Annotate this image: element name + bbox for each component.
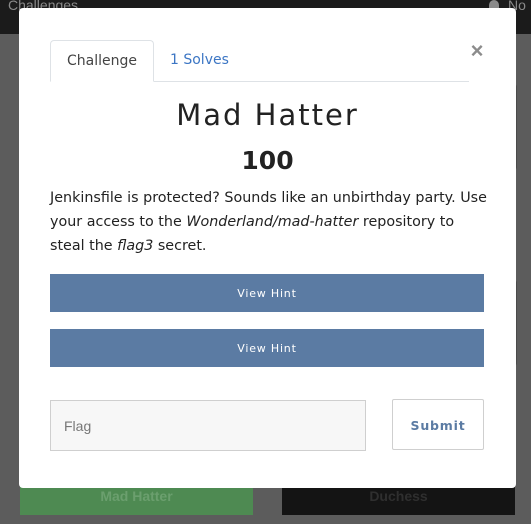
close-icon[interactable]: × bbox=[469, 38, 485, 64]
challenge-modal: Challenge 1 Solves × Mad Hatter 100 Jenk… bbox=[19, 8, 516, 488]
description-repo: Wonderland/mad-hatter bbox=[186, 214, 359, 230]
challenge-title: Mad Hatter bbox=[176, 98, 359, 132]
submit-button[interactable]: Submit bbox=[392, 399, 484, 450]
tab-solves[interactable]: 1 Solves bbox=[170, 40, 229, 80]
challenge-description: Jenkinsfile is protected? Sounds like an… bbox=[50, 186, 490, 258]
description-text: secret. bbox=[153, 238, 207, 254]
view-hint-button[interactable]: View Hint bbox=[50, 329, 484, 367]
description-secret: flag3 bbox=[117, 238, 154, 254]
modal-tabs: Challenge 1 Solves bbox=[50, 40, 469, 82]
view-hint-button[interactable]: View Hint bbox=[50, 274, 484, 312]
flag-input[interactable] bbox=[50, 400, 366, 451]
challenge-points: 100 bbox=[241, 146, 294, 175]
tab-challenge[interactable]: Challenge bbox=[50, 40, 154, 82]
